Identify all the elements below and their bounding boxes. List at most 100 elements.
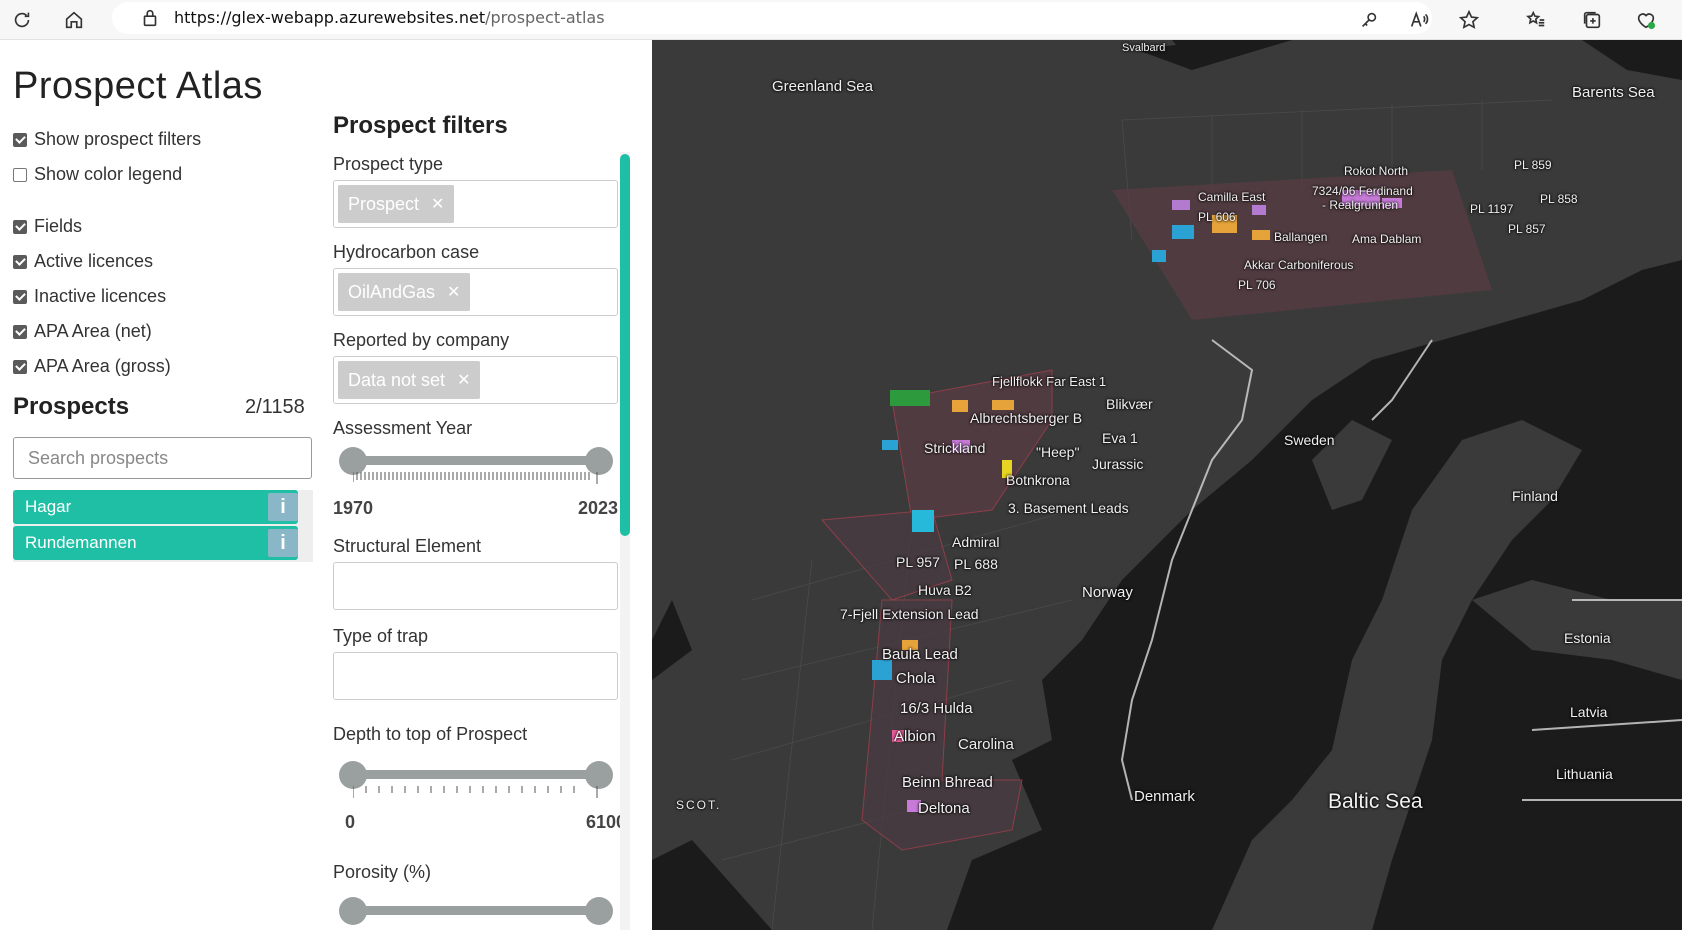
slider-min-label: 0 — [345, 812, 356, 832]
info-icon[interactable]: i — [268, 493, 298, 521]
slider-handle-min[interactable] — [339, 447, 367, 475]
prospect-label[interactable]: PL 859 — [1514, 158, 1552, 172]
structural-element-select[interactable] — [333, 562, 618, 610]
prospect-name: Rundemannen — [25, 533, 137, 552]
url-text[interactable]: https://glex-webapp.azurewebsites.net/pr… — [174, 8, 605, 27]
prospect-label[interactable]: PL 857 — [1508, 222, 1546, 236]
home-icon[interactable] — [60, 6, 88, 34]
prospect-label[interactable]: Albion — [894, 728, 936, 745]
reported-by-company-select[interactable]: Data not set ✕ — [333, 356, 618, 404]
prospect-label[interactable]: 7324/06 Ferdinand — [1312, 184, 1413, 198]
remove-chip-icon[interactable]: ✕ — [447, 282, 460, 302]
collections-icon[interactable] — [1578, 6, 1606, 34]
prospect-label[interactable]: Jurassic — [1092, 456, 1143, 472]
prospect-label[interactable]: Beinn Bhread — [902, 774, 993, 791]
prospect-label[interactable]: Ama Dablam — [1352, 232, 1421, 246]
filter-label: Prospect type — [333, 154, 444, 174]
prospect-label[interactable]: "Heep" — [1036, 444, 1079, 460]
prospect-label[interactable]: PL 1197 — [1470, 202, 1513, 216]
prospect-label[interactable]: Baula Lead — [882, 646, 958, 663]
prospect-type-select[interactable]: Prospect ✕ — [333, 180, 618, 228]
map-canvas[interactable]: Svalbard Greenland Sea Barents Sea Balti… — [652, 40, 1682, 930]
country-label: Norway — [1082, 584, 1133, 601]
address-bar[interactable]: https://glex-webapp.azurewebsites.net/pr… — [112, 2, 1432, 34]
slider-track[interactable] — [351, 906, 599, 915]
layer-label: APA Area (gross) — [34, 356, 171, 376]
remove-chip-icon[interactable]: ✕ — [457, 370, 470, 390]
prospect-label[interactable]: Carolina — [958, 736, 1014, 753]
checkbox[interactable] — [13, 289, 27, 304]
checkbox[interactable] — [13, 254, 27, 269]
lock-icon[interactable] — [136, 4, 164, 32]
prospect-label[interactable]: Botnkrona — [1006, 472, 1070, 488]
favorite-star-icon[interactable] — [1455, 6, 1483, 34]
layer-apa-net[interactable]: APA Area (net) — [13, 321, 152, 342]
slider-track[interactable] — [351, 456, 599, 465]
list-item-hagar[interactable]: Hagar i — [13, 490, 298, 524]
prospect-label[interactable]: PL 858 — [1540, 192, 1578, 206]
info-icon[interactable]: i — [268, 529, 298, 557]
prospect-label[interactable]: - Realgrunnen — [1322, 198, 1398, 212]
layer-inactive-licences[interactable]: Inactive licences — [13, 286, 166, 307]
country-label: Estonia — [1564, 630, 1611, 646]
prospect-label[interactable]: Ballangen — [1274, 230, 1327, 244]
favorites-list-icon[interactable] — [1522, 6, 1550, 34]
layer-active-licences[interactable]: Active licences — [13, 251, 153, 272]
prospect-label[interactable]: Admiral — [952, 534, 999, 550]
prospect-label[interactable]: 3. Basement Leads — [1008, 500, 1129, 516]
slider-handle-min[interactable] — [339, 897, 367, 925]
prospect-label[interactable]: Fjellflokk Far East 1 — [992, 374, 1106, 389]
slider-handle-max[interactable] — [585, 447, 613, 475]
prospect-label[interactable]: Chola — [896, 670, 935, 687]
slider-track[interactable] — [351, 770, 599, 779]
prospect-label[interactable]: 7-Fjell Extension Lead — [840, 606, 979, 622]
prospect-label[interactable]: Strickland — [924, 440, 985, 456]
assessment-year-slider[interactable]: 1970 2023 — [333, 442, 618, 522]
checkbox[interactable] — [13, 324, 27, 339]
depth-slider[interactable]: 0 6100 — [333, 756, 626, 836]
country-label: Lithuania — [1556, 766, 1613, 782]
prospect-label[interactable]: Rokot North — [1344, 164, 1408, 178]
checkbox[interactable] — [13, 132, 27, 147]
list-item-rundemannen[interactable]: Rundemannen i — [13, 526, 298, 560]
porosity-slider[interactable] — [333, 892, 618, 930]
prospect-label[interactable]: PL 606 — [1198, 210, 1236, 224]
selected-chip: OilAndGas ✕ — [338, 273, 471, 311]
prospect-label[interactable]: Huva B2 — [918, 582, 972, 598]
checkbox[interactable] — [13, 359, 27, 374]
hydrocarbon-case-select[interactable]: OilAndGas ✕ — [333, 268, 618, 316]
prospect-label[interactable]: Albrechtsberger B — [970, 410, 1082, 426]
prospect-label[interactable]: PL 688 — [954, 556, 998, 572]
slider-handle-max[interactable] — [585, 761, 613, 789]
prospect-list: Hagar i Rundemannen i — [13, 490, 313, 562]
prospect-label[interactable]: PL 957 — [896, 554, 940, 570]
key-icon[interactable] — [1355, 6, 1383, 34]
checkbox[interactable] — [13, 219, 27, 234]
prospect-label[interactable]: PL 706 — [1238, 278, 1276, 292]
prospect-label[interactable]: Blikvær — [1106, 396, 1153, 412]
remove-chip-icon[interactable]: ✕ — [431, 194, 444, 214]
filter-label: Hydrocarbon case — [333, 242, 480, 262]
selected-chip: Prospect ✕ — [338, 185, 455, 223]
slider-handle-min[interactable] — [339, 761, 367, 789]
prospect-label[interactable]: Akkar Carboniferous — [1244, 258, 1353, 272]
toggle-show-color-legend[interactable]: Show color legend — [13, 164, 182, 185]
filters-scrollbar-thumb[interactable] — [620, 154, 630, 536]
prospect-label[interactable]: 16/3 Hulda — [900, 700, 973, 717]
prospect-label[interactable]: Camilla East — [1198, 190, 1265, 204]
read-aloud-icon[interactable] — [1405, 6, 1433, 34]
slider-handle-max[interactable] — [585, 897, 613, 925]
type-of-trap-select[interactable] — [333, 652, 618, 700]
layer-fields[interactable]: Fields — [13, 216, 82, 237]
filter-label: Depth to top of Prospect — [333, 724, 528, 744]
chip-label: Data not set — [348, 369, 446, 390]
toggle-show-prospect-filters[interactable]: Show prospect filters — [13, 129, 201, 150]
prospect-label[interactable]: Deltona — [918, 800, 970, 817]
refresh-icon[interactable] — [8, 6, 36, 34]
prospects-count: 2/1158 — [245, 396, 305, 418]
browser-essentials-icon[interactable] — [1632, 6, 1660, 34]
search-prospects-input[interactable] — [13, 437, 312, 479]
checkbox[interactable] — [13, 167, 27, 182]
prospect-label[interactable]: Eva 1 — [1102, 430, 1138, 446]
layer-apa-gross[interactable]: APA Area (gross) — [13, 356, 171, 377]
